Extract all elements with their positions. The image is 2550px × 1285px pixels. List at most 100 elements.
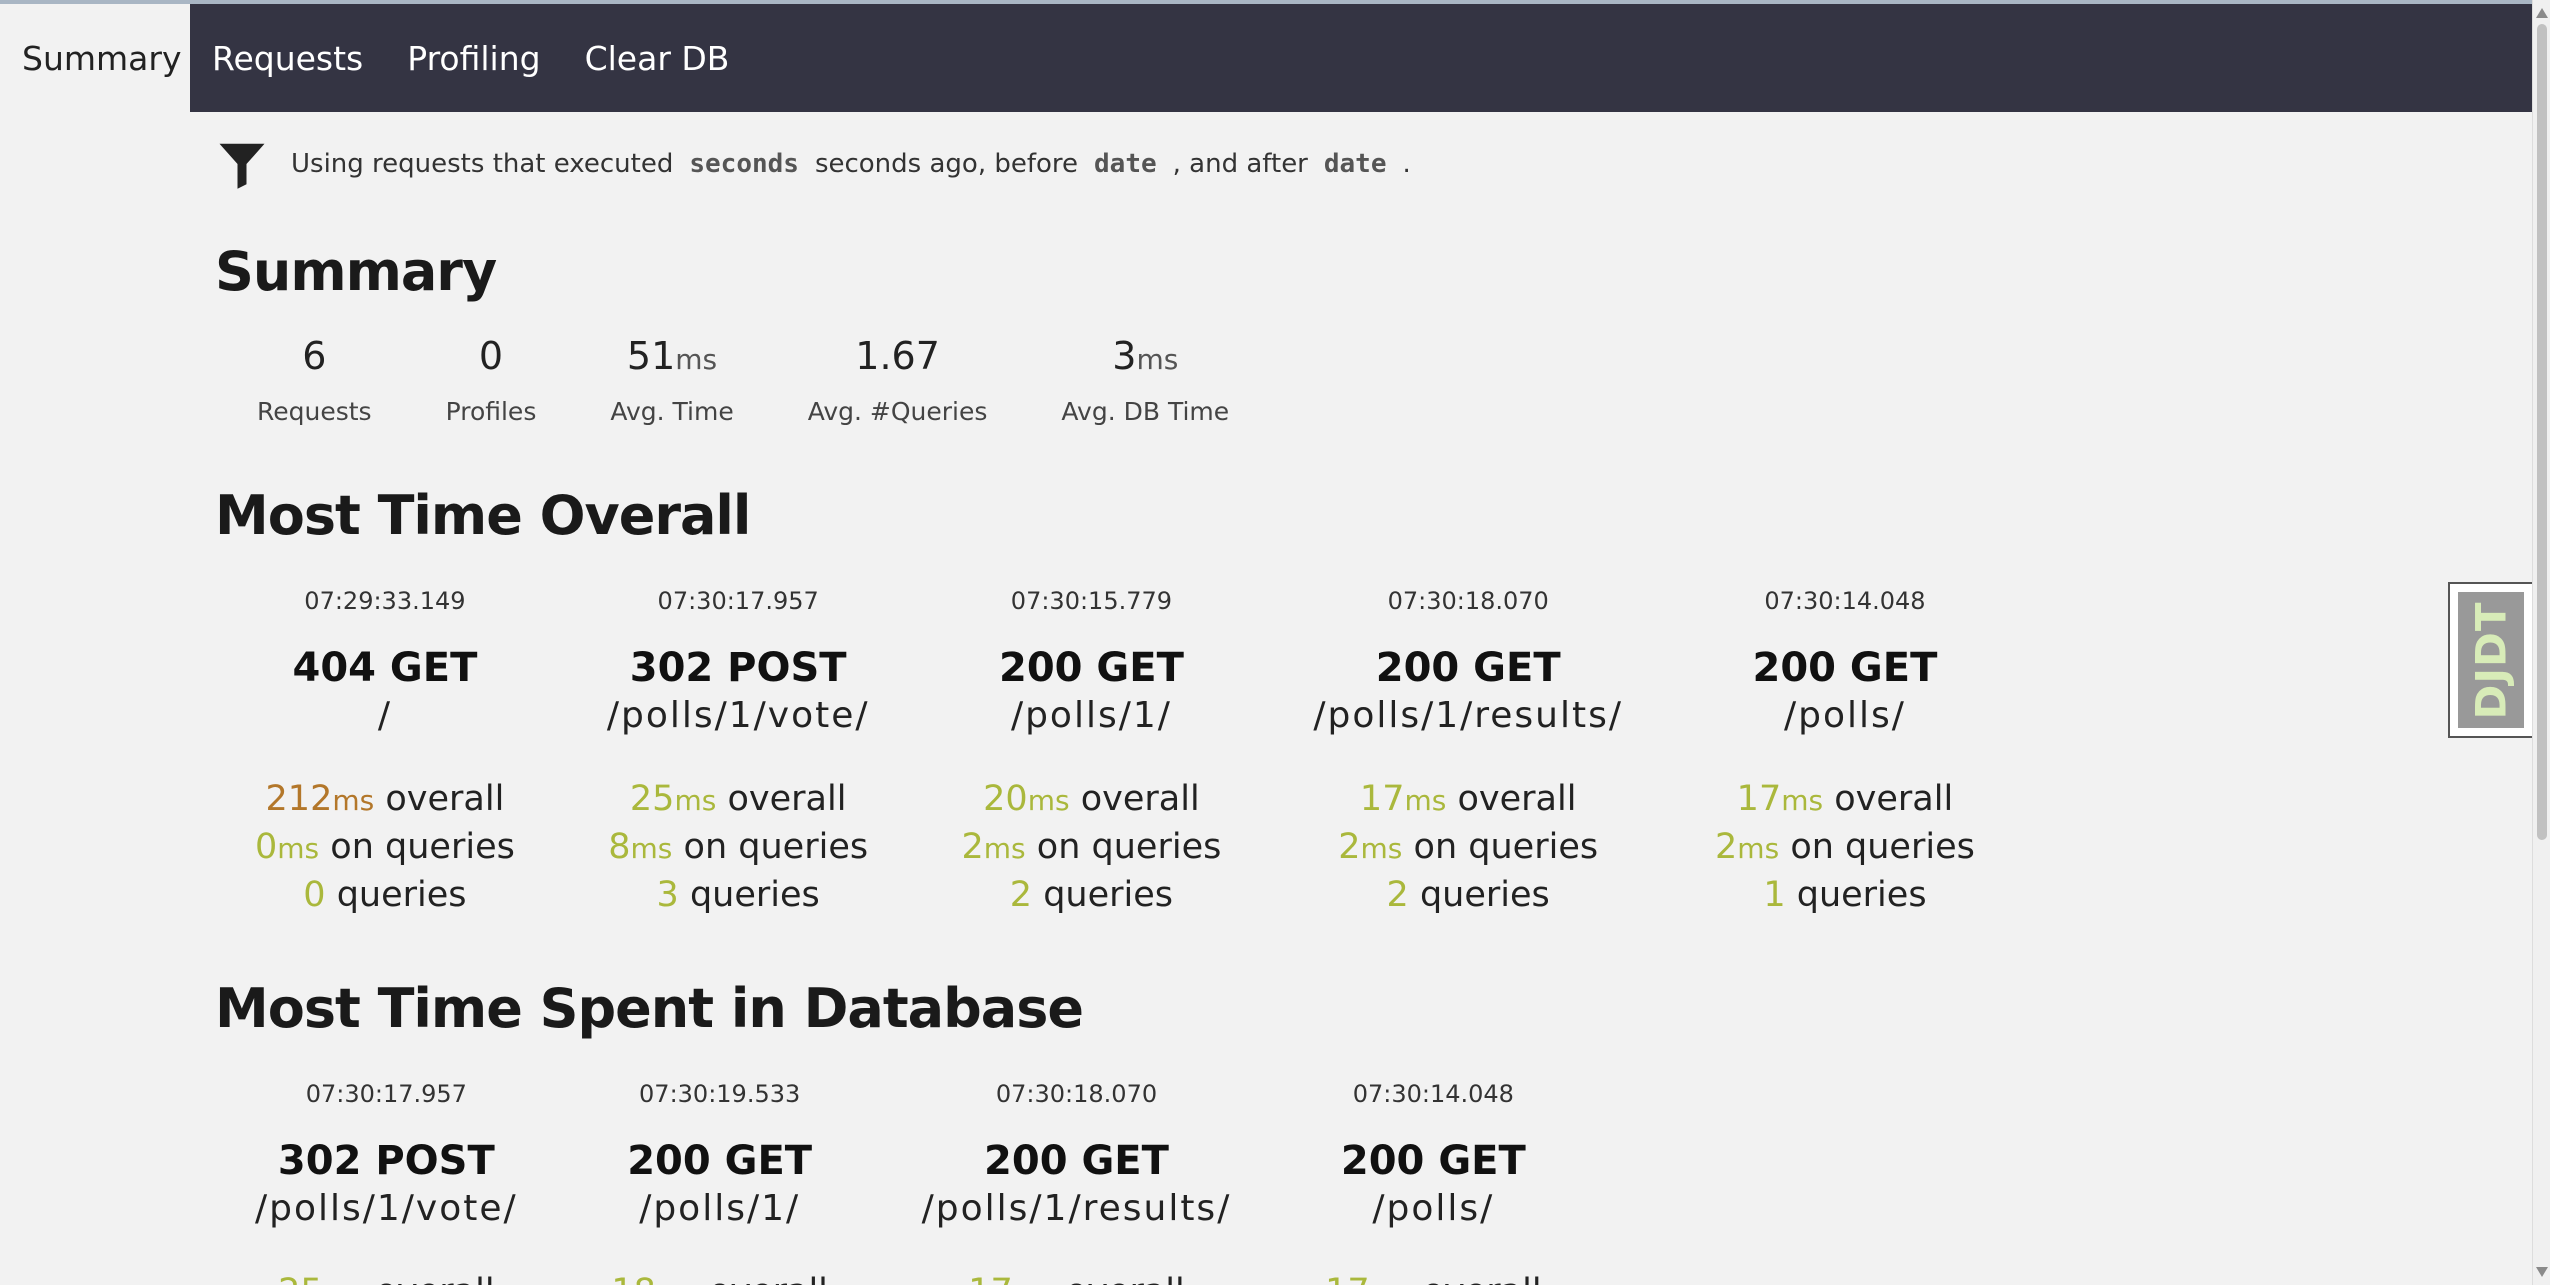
query-count-value: 2: [1009, 875, 1033, 915]
overall-value: 18: [611, 1272, 656, 1285]
request-card[interactable]: 07:29:33.149 404 GET / 212ms overall 0ms…: [255, 587, 515, 919]
query-time-label: on queries: [330, 827, 515, 867]
tab-summary[interactable]: Summary: [0, 4, 190, 112]
request-card[interactable]: 07:30:18.070 200 GET /polls/1/results/ 1…: [922, 1080, 1232, 1285]
ms-unit: ms: [332, 784, 375, 817]
query-time-label: on queries: [683, 827, 869, 867]
request-status: 404 GET: [292, 645, 478, 691]
query-time-value: 2: [1338, 827, 1361, 867]
stat-value: 51: [626, 334, 676, 378]
overall-value: 25: [278, 1272, 323, 1285]
query-time-value: 8: [608, 827, 631, 867]
query-time-metric: 2ms on queries: [1715, 824, 1975, 872]
ms-unit: ms: [1404, 784, 1447, 817]
scroll-down-arrow-icon[interactable]: [2536, 1267, 2548, 1277]
request-status: 200 GET: [984, 1138, 1169, 1184]
ms-unit: ms: [1737, 832, 1780, 865]
filter-icon[interactable]: [215, 137, 269, 191]
overall-metric: 17ms overall: [1313, 776, 1623, 824]
filter-before-code: date: [1094, 149, 1157, 179]
most-db-heading: Most Time Spent in Database: [215, 977, 1084, 1040]
main-content: Using requests that executed seconds sec…: [215, 112, 2505, 1285]
tab-profiling[interactable]: Profiling: [385, 4, 562, 112]
query-count-label: queries: [1043, 875, 1174, 915]
query-time-metric: 0ms on queries: [255, 824, 515, 872]
overall-value: 17: [1359, 779, 1405, 819]
stat-avg-queries: 1.67 Avg. #Queries: [808, 331, 988, 426]
request-time: 07:30:17.957: [657, 587, 819, 615]
query-count-value: 2: [1386, 875, 1409, 915]
vertical-scrollbar[interactable]: [2532, 0, 2550, 1285]
djdt-toolbar-handle[interactable]: DJDT: [2448, 582, 2532, 738]
stat-label: Avg. Time: [610, 397, 734, 426]
request-card[interactable]: 07:30:17.957 302 POST /polls/1/vote/ 25m…: [607, 587, 870, 919]
request-path[interactable]: /polls/1/results/: [922, 1188, 1232, 1229]
ms-unit: ms: [1027, 784, 1070, 817]
request-card[interactable]: 07:30:14.048 200 GET /polls/ 17ms overal…: [1323, 1080, 1543, 1285]
ms-unit: ms: [674, 784, 717, 817]
request-card[interactable]: 07:30:15.779 200 GET /polls/1/ 20ms over…: [962, 587, 1222, 919]
request-path[interactable]: /polls/: [1323, 1188, 1543, 1229]
query-count-label: queries: [689, 875, 820, 915]
overall-value: 20: [983, 779, 1028, 819]
summary-stats: 6 Requests 0 Profiles 51ms Avg. Time 1.6…: [257, 331, 2505, 426]
request-card[interactable]: 07:30:19.533 200 GET /polls/1/ 18ms over…: [610, 1080, 830, 1285]
request-path[interactable]: /polls/1/: [610, 1188, 830, 1229]
filter-bar: Using requests that executed seconds sec…: [215, 112, 2505, 216]
request-card[interactable]: 07:30:17.957 302 POST /polls/1/vote/ 25m…: [255, 1080, 518, 1285]
overall-metric: 17ms overall: [1715, 776, 1975, 824]
request-status: 200 GET: [1375, 645, 1561, 691]
filter-mid1: seconds ago, before: [814, 149, 1079, 179]
overall-metric: 212ms overall: [255, 776, 515, 824]
overall-value: 212: [265, 779, 333, 819]
query-count-label: queries: [1419, 875, 1550, 915]
stat-value: 0: [478, 334, 504, 378]
stat-unit: ms: [675, 343, 718, 376]
request-path[interactable]: /polls/1/results/: [1313, 695, 1623, 736]
filter-after-code: date: [1323, 149, 1387, 179]
overall-label: overall: [1423, 1272, 1542, 1285]
request-path[interactable]: /polls/1/vote/: [255, 1188, 518, 1229]
stat-requests: 6 Requests: [257, 331, 372, 426]
query-time-label: on queries: [1413, 827, 1599, 867]
query-count-metric: 0 queries: [255, 872, 515, 919]
request-path[interactable]: /polls/1/vote/: [607, 695, 870, 736]
app-frame: Summary Requests Profiling Clear DB Usin…: [0, 0, 2550, 1285]
overall-label: overall: [1066, 1272, 1185, 1285]
overall-label: overall: [727, 779, 847, 819]
request-path[interactable]: /: [255, 695, 515, 736]
djdt-label: DJDT: [2466, 600, 2516, 720]
filter-mid2: , and after: [1172, 149, 1308, 179]
query-time-label: on queries: [1036, 827, 1222, 867]
overall-metric: 17ms overall: [922, 1269, 1232, 1285]
tab-requests[interactable]: Requests: [190, 4, 385, 112]
query-count-metric: 2 queries: [962, 872, 1222, 919]
stat-value: 3: [1112, 334, 1137, 378]
filter-seconds-code: seconds: [689, 149, 799, 179]
query-time-metric: 2ms on queries: [1313, 824, 1623, 872]
request-path[interactable]: /polls/1/: [962, 695, 1222, 736]
request-card[interactable]: 07:30:18.070 200 GET /polls/1/results/ 1…: [1313, 587, 1623, 919]
overall-label: overall: [1080, 779, 1200, 819]
overall-label: overall: [1457, 779, 1577, 819]
query-count-value: 0: [303, 875, 326, 915]
stat-value: 6: [302, 334, 327, 378]
request-status: 200 GET: [627, 1138, 813, 1184]
overall-value: 17: [1736, 779, 1782, 819]
tab-clear-db[interactable]: Clear DB: [563, 4, 752, 112]
request-card[interactable]: 07:30:14.048 200 GET /polls/ 17ms overal…: [1715, 587, 1975, 919]
stat-label: Profiles: [445, 397, 537, 426]
overall-metric: 25ms overall: [255, 1269, 518, 1285]
stat-profiles: 0 Profiles: [446, 331, 537, 426]
overall-label: overall: [385, 779, 505, 819]
request-time: 07:30:15.779: [1010, 587, 1173, 615]
stat-value: 1.67: [855, 334, 940, 378]
request-status: 302 POST: [629, 645, 847, 691]
request-path[interactable]: /polls/: [1715, 695, 1975, 736]
request-time: 07:30:17.957: [305, 1080, 467, 1108]
most-db-cards: 07:30:17.957 302 POST /polls/1/vote/ 25m…: [255, 1080, 2505, 1285]
scroll-up-arrow-icon[interactable]: [2536, 8, 2548, 18]
stat-avg-db-time: 3ms Avg. DB Time: [1061, 331, 1229, 426]
request-status: 200 GET: [1340, 1138, 1526, 1184]
scroll-thumb[interactable]: [2537, 24, 2547, 840]
